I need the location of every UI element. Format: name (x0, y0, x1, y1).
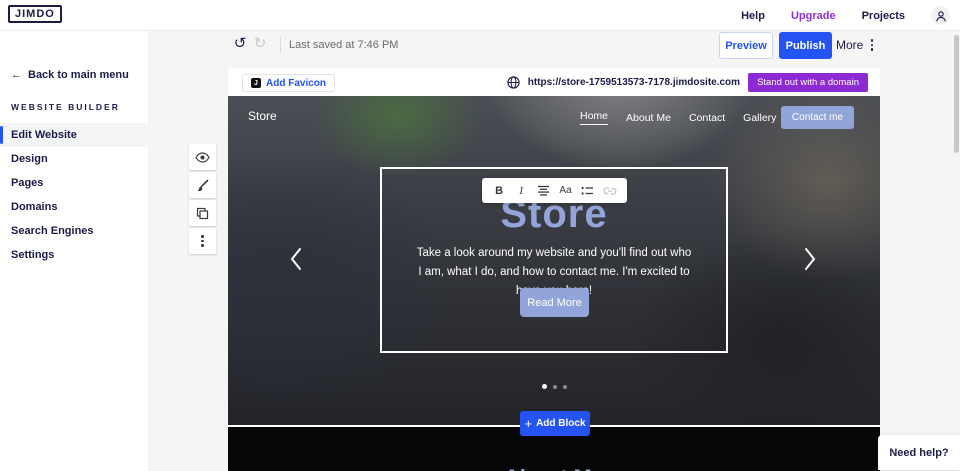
favicon-placeholder-icon: J (251, 78, 261, 88)
text-format-toolbar: B I Aa (482, 178, 627, 203)
hide-block-button[interactable] (189, 144, 216, 170)
publish-button[interactable]: Publish (779, 32, 832, 59)
toolbar-divider (280, 36, 281, 53)
need-help-button[interactable]: Need help? (878, 435, 960, 470)
site-brand[interactable]: Store (248, 109, 277, 123)
user-icon (935, 10, 947, 22)
sidebar-item-domains[interactable]: Domains (0, 195, 148, 219)
back-to-main-menu[interactable]: ← Back to main menu (11, 69, 129, 81)
add-favicon-button[interactable]: J Add Favicon (242, 74, 335, 92)
site-nav-about-me[interactable]: About Me (626, 112, 671, 124)
more-button[interactable]: More (836, 38, 863, 52)
site-url[interactable]: https://store-1759513573-7178.jimdosite.… (528, 77, 740, 88)
site-nav-contact[interactable]: Contact (689, 112, 725, 124)
app-header: JIMDO Help Upgrade Projects (0, 0, 960, 31)
eye-icon (195, 152, 210, 163)
read-more-button[interactable]: Read More (520, 288, 589, 317)
next-section-heading-peek: About Me (228, 465, 880, 471)
carousel-prev-icon[interactable] (285, 246, 307, 272)
projects-link[interactable]: Projects (862, 10, 905, 22)
sidebar-item-edit-website[interactable]: Edit Website (0, 123, 148, 147)
stand-out-domain-button[interactable]: Stand out with a domain (748, 73, 868, 92)
carousel-dot-1[interactable] (542, 384, 547, 389)
site-preview-canvas: Store Home About Me Contact Gallery Cont… (228, 96, 880, 425)
page-scrollbar (953, 31, 959, 471)
font-style-icon[interactable]: Aa (558, 182, 574, 200)
kebab-icon (201, 235, 204, 247)
site-nav: Home About Me Contact Gallery (580, 110, 776, 125)
jimdo-website-builder-screen: JIMDO Help Upgrade Projects ← Back to ma… (0, 0, 960, 471)
sidebar-item-pages[interactable]: Pages (0, 171, 148, 195)
duplicate-block-button[interactable] (189, 200, 216, 226)
contact-me-button[interactable]: Contact me (781, 106, 854, 129)
favicon-url-bar: J Add Favicon https://store-1759513573-7… (228, 68, 880, 96)
bold-icon[interactable]: B (491, 182, 507, 200)
account-avatar[interactable] (931, 6, 950, 25)
header-nav: Help Upgrade Projects (741, 0, 950, 31)
globe-icon (507, 76, 520, 89)
paintbrush-icon (196, 179, 209, 192)
plus-icon: + (524, 417, 532, 430)
upgrade-link[interactable]: Upgrade (791, 10, 836, 22)
sidebar-item-settings[interactable]: Settings (0, 243, 148, 267)
copy-icon (196, 207, 209, 220)
carousel-dots (228, 384, 880, 389)
undo-icon[interactable]: ↺ (230, 34, 250, 54)
back-arrow-icon: ← (11, 69, 22, 81)
redo-icon[interactable]: ↻ (250, 34, 270, 54)
last-saved-status: Last saved at 7:46 PM (289, 39, 398, 51)
scrollbar-thumb[interactable] (954, 35, 959, 153)
link-icon[interactable] (602, 182, 618, 200)
sidebar-nav: Edit Website Design Pages Domains Search… (0, 123, 148, 267)
block-more-button[interactable] (189, 228, 216, 254)
block-tools (189, 144, 216, 254)
italic-icon[interactable]: I (513, 182, 529, 200)
preview-button[interactable]: Preview (719, 32, 773, 59)
align-center-icon[interactable] (535, 182, 551, 200)
carousel-next-icon[interactable] (799, 246, 821, 272)
site-nav-gallery[interactable]: Gallery (743, 112, 776, 124)
add-favicon-label: Add Favicon (266, 78, 326, 89)
carousel-dot-2[interactable] (553, 385, 557, 389)
sidebar-section-label: WEBSITE BUILDER (11, 102, 120, 112)
list-icon[interactable] (580, 182, 596, 200)
sidebar-item-search-engines[interactable]: Search Engines (0, 219, 148, 243)
more-kebab-icon[interactable] (866, 36, 878, 54)
sidebar-item-design[interactable]: Design (0, 147, 148, 171)
help-link[interactable]: Help (741, 10, 765, 22)
site-nav-home[interactable]: Home (580, 110, 608, 125)
style-block-button[interactable] (189, 172, 216, 198)
jimdo-logo[interactable]: JIMDO (8, 5, 62, 23)
add-block-button[interactable]: + Add Block (520, 411, 590, 436)
carousel-dot-3[interactable] (563, 385, 567, 389)
site-url-group: https://store-1759513573-7178.jimdosite.… (507, 72, 868, 92)
back-label: Back to main menu (28, 69, 129, 81)
add-block-label: Add Block (536, 418, 585, 429)
sidebar: ← Back to main menu WEBSITE BUILDER Edit… (0, 31, 148, 471)
